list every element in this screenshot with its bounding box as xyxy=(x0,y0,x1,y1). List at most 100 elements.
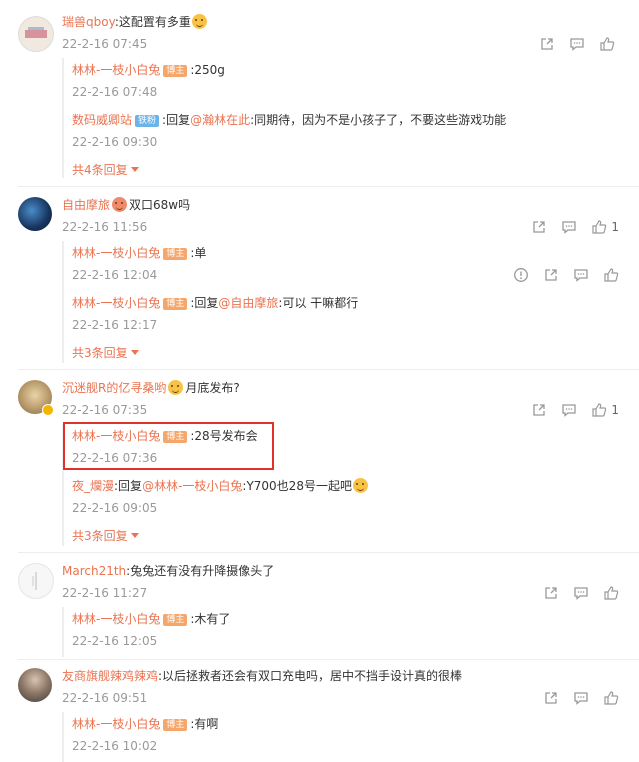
reply-text: :同期待，因为不是小孩子了，不要这些游戏功能 xyxy=(250,113,507,127)
report-icon[interactable] xyxy=(513,267,529,283)
divider xyxy=(18,552,639,553)
like-count: 1 xyxy=(611,403,619,417)
like-icon[interactable] xyxy=(599,36,615,52)
reply-prefix: :回复 xyxy=(190,296,219,310)
comment-time: 22-2-16 11:27 xyxy=(62,586,148,600)
like-icon[interactable] xyxy=(603,585,619,601)
comment-icon[interactable] xyxy=(573,690,589,706)
more-replies-label: 共3条回复 xyxy=(72,529,128,543)
blogger-badge: 博主 xyxy=(163,719,188,731)
comment-text: 双口68w吗 xyxy=(129,198,191,212)
more-replies-link[interactable]: 共4条回复 xyxy=(72,162,139,178)
reply-text: :250g xyxy=(190,63,225,77)
reply-time: 22-2-16 10:02 xyxy=(72,739,158,753)
reply-time: 22-2-16 12:05 xyxy=(72,634,158,648)
reply-time: 22-2-16 09:05 xyxy=(72,501,158,515)
reply-username[interactable]: 林林-一枝小白兔 xyxy=(72,296,160,310)
reply-time: 22-2-16 09:30 xyxy=(72,135,158,149)
reply-prefix: :回复 xyxy=(162,113,191,127)
blogger-badge: 博主 xyxy=(163,65,188,77)
mention-link[interactable]: @瀚林在此 xyxy=(190,113,250,127)
comment-line: 沉迷舰R的亿寻桑哟 月底发布? xyxy=(62,380,240,396)
avatar[interactable] xyxy=(18,16,54,52)
mention-link[interactable]: @自由摩旅 xyxy=(218,296,278,310)
reply-username[interactable]: 林林-一枝小白兔 xyxy=(72,717,160,731)
share-icon[interactable] xyxy=(543,267,559,283)
reply-time: 22-2-16 12:17 xyxy=(72,318,158,332)
divider xyxy=(18,659,639,660)
comment-actions xyxy=(543,585,619,601)
avatar[interactable] xyxy=(18,563,54,599)
reply-text: :Y700也28号一起吧 xyxy=(242,479,352,493)
caret-down-icon xyxy=(130,350,139,355)
comment-actions xyxy=(539,36,619,52)
comment-actions xyxy=(543,690,619,706)
avatar[interactable] xyxy=(18,668,52,702)
more-replies-link[interactable]: 共3条回复 xyxy=(72,528,139,544)
comment-time: 22-2-16 07:35 xyxy=(62,403,148,417)
reply-line: 林林-一枝小白兔 博主:有啊 xyxy=(72,716,218,732)
share-icon[interactable] xyxy=(531,402,547,418)
blogger-badge: 博主 xyxy=(163,614,188,626)
comment-time: 22-2-16 11:56 xyxy=(62,220,148,234)
reply-line: 林林-一枝小白兔 博主:250g xyxy=(72,62,225,78)
reply-time: 22-2-16 12:04 xyxy=(72,268,158,282)
comment-line: 友商旗舰辣鸡辣鸡:以后拯救者还会有双口充电吗，居中不挡手设计真的很棒 xyxy=(62,668,462,684)
share-icon[interactable] xyxy=(543,585,559,601)
comment-icon[interactable] xyxy=(569,36,585,52)
comment-line: March21th:兔兔还有没有升降摄像头了 xyxy=(62,563,274,579)
comment-icon[interactable] xyxy=(561,219,577,235)
share-icon[interactable] xyxy=(543,690,559,706)
highlight-box xyxy=(63,422,274,470)
comment-text: :以后拯救者还会有双口充电吗，居中不挡手设计真的很棒 xyxy=(158,669,463,683)
reply-text: :可以 干嘛都行 xyxy=(278,296,359,310)
comment-line: 自由摩旅 双口68w吗 xyxy=(62,197,190,213)
blogger-badge: 博主 xyxy=(163,298,188,310)
comment-icon[interactable] xyxy=(573,267,589,283)
comment-username[interactable]: March21th xyxy=(62,564,126,578)
reply-username[interactable]: 数码威卿站 xyxy=(72,113,132,127)
comment-icon[interactable] xyxy=(573,585,589,601)
avatar[interactable] xyxy=(18,197,52,231)
like-icon[interactable] xyxy=(603,690,619,706)
verified-badge-icon xyxy=(42,404,54,416)
comment-actions: 1 xyxy=(531,219,619,235)
reply-actions xyxy=(513,267,619,283)
reply-line: 数码威卿站 铁粉:回复@瀚林在此:同期待，因为不是小孩子了，不要这些游戏功能 xyxy=(72,112,506,128)
reply-indent-line xyxy=(62,58,64,178)
reply-time: 22-2-16 07:48 xyxy=(72,85,158,99)
blogger-badge: 博主 xyxy=(163,248,188,260)
reply-line: 林林-一枝小白兔 博主:单 xyxy=(72,245,206,261)
reply-indent-line xyxy=(62,712,64,762)
like-icon[interactable] xyxy=(591,219,607,235)
emoji-icon xyxy=(191,14,207,29)
comment-text: :兔兔还有没有升降摄像头了 xyxy=(126,564,275,578)
mention-link[interactable]: @林林-一枝小白兔 xyxy=(142,479,242,493)
fan-badge: 铁粉 xyxy=(135,115,160,127)
comment-username[interactable]: 自由摩旅 xyxy=(62,198,110,212)
share-icon[interactable] xyxy=(539,36,555,52)
comment-username[interactable]: 友商旗舰辣鸡辣鸡 xyxy=(62,669,158,683)
caret-down-icon xyxy=(130,167,139,172)
comment-icon[interactable] xyxy=(561,402,577,418)
reply-username[interactable]: 林林-一枝小白兔 xyxy=(72,63,160,77)
caret-down-icon xyxy=(130,533,139,538)
reply-line: 夜_爛漫:回复@林林-一枝小白兔:Y700也28号一起吧 xyxy=(72,478,368,494)
like-count: 1 xyxy=(611,220,619,234)
reply-username[interactable]: 夜_爛漫 xyxy=(72,479,114,493)
emoji-icon xyxy=(352,478,368,493)
comment-text: :这配置有多重 xyxy=(114,15,191,29)
reply-text: :有啊 xyxy=(190,717,219,731)
reply-line: 林林-一枝小白兔 博主:木有了 xyxy=(72,611,230,627)
emoji-icon xyxy=(112,197,128,212)
share-icon[interactable] xyxy=(531,219,547,235)
comment-username[interactable]: 沉迷舰R的亿寻桑哟 xyxy=(62,381,166,395)
like-icon[interactable] xyxy=(603,267,619,283)
more-replies-link[interactable]: 共3条回复 xyxy=(72,345,139,361)
reply-username[interactable]: 林林-一枝小白兔 xyxy=(72,612,160,626)
comment-username[interactable]: 瑞兽qboy xyxy=(62,15,115,29)
like-icon[interactable] xyxy=(591,402,607,418)
divider xyxy=(18,369,639,370)
reply-username[interactable]: 林林-一枝小白兔 xyxy=(72,246,160,260)
reply-line: 林林-一枝小白兔 博主:回复@自由摩旅:可以 干嘛都行 xyxy=(72,295,358,311)
